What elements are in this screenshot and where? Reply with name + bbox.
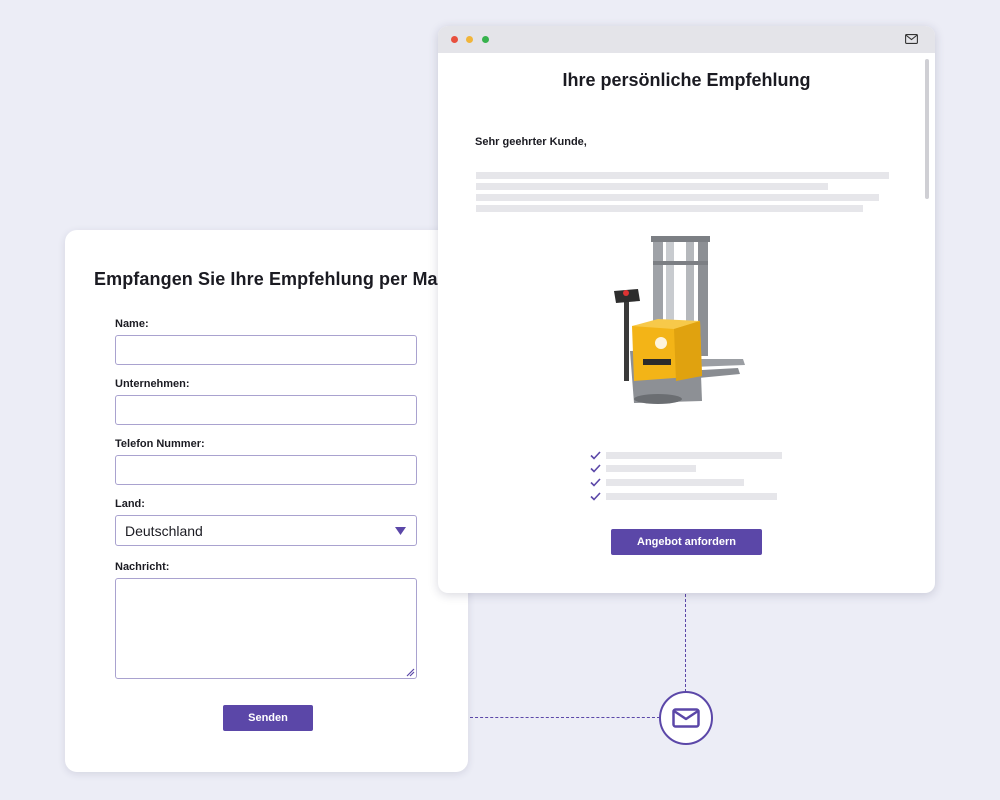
name-label: Name: [115,318,149,330]
email-salutation: Sehr geehrter Kunde, [475,136,587,148]
window-maximize-button[interactable] [482,36,489,43]
window-titlebar [438,26,935,53]
resize-handle-icon[interactable] [405,667,415,677]
connector-line-horizontal [470,717,660,718]
message-textarea[interactable] [115,578,417,679]
email-title: Ihre persönliche Empfehlung [562,70,811,90]
email-preview-window: Ihre persönliche Empfehlung Sehr geehrte… [438,26,935,593]
phone-label: Telefon Nummer: [115,438,205,450]
country-select-value: Deutschland [125,522,203,539]
caret-down-icon [395,526,406,535]
check-icon [590,478,601,487]
window-close-button[interactable] [451,36,458,43]
text-placeholder-line [476,183,828,190]
mail-icon [905,34,918,44]
phone-input[interactable] [115,455,417,485]
request-offer-button[interactable]: Angebot anfordern [611,529,762,555]
send-button[interactable]: Senden [223,705,313,731]
feature-placeholder-line [606,465,696,472]
text-placeholder-line [476,172,889,179]
forklift-stacker-image [614,236,745,404]
text-placeholder-line [476,194,879,201]
check-icon [590,451,601,460]
mail-request-form: Empfangen Sie Ihre Empfehlung per Mail N… [65,230,468,772]
country-select[interactable]: Deutschland [115,515,417,546]
country-label: Land: [115,498,145,510]
name-input[interactable] [115,335,417,365]
feature-placeholder-line [606,479,744,486]
form-title: Empfangen Sie Ihre Empfehlung per Mail [94,269,448,289]
company-input[interactable] [115,395,417,425]
text-placeholder-line [476,205,863,212]
message-label: Nachricht: [115,561,170,573]
check-icon [590,492,601,501]
feature-placeholder-line [606,493,777,500]
window-minimize-button[interactable] [466,36,473,43]
company-label: Unternehmen: [115,378,190,390]
mail-icon [672,708,700,728]
mail-connector-badge [659,691,713,745]
feature-placeholder-line [606,452,782,459]
connector-line-vertical [685,594,686,692]
check-icon [590,464,601,473]
